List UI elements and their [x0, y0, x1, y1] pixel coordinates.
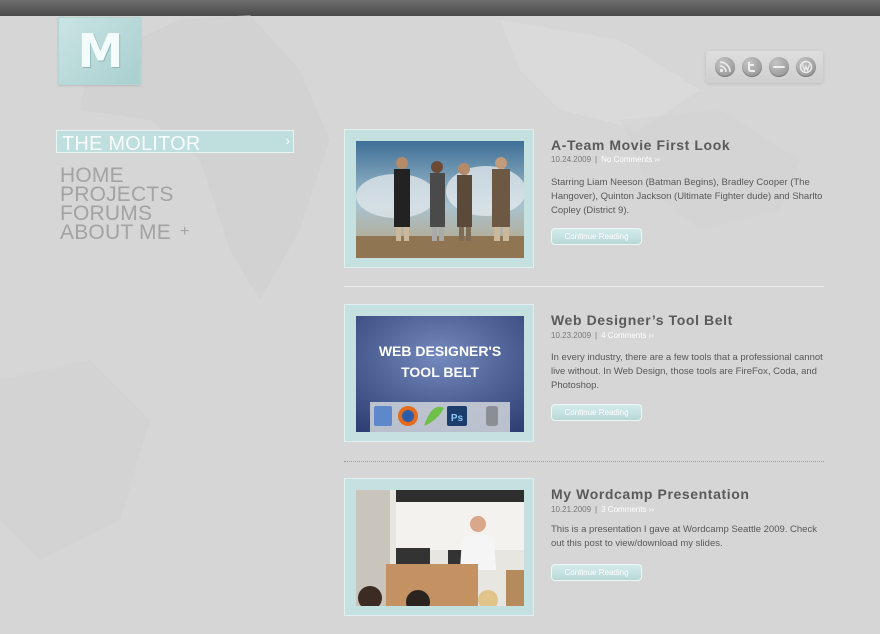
comments-link[interactable]: No Comments ››	[601, 155, 660, 164]
post-thumbnail[interactable]	[344, 478, 534, 616]
wordpress-icon[interactable]	[796, 57, 816, 77]
expand-plus-icon[interactable]: +	[180, 223, 189, 241]
top-bar	[0, 0, 880, 16]
post-meta: 10.21.2009 | 3 Comments ››	[551, 505, 654, 514]
site-logo[interactable]: M	[58, 17, 141, 85]
post-wordcamp: My Wordcamp Presentation 10.21.2009 | 3 Co…	[344, 478, 824, 618]
continue-reading-button[interactable]: Continue Reading	[551, 564, 642, 581]
logo-letter: M	[77, 24, 124, 78]
post-excerpt: In every industry, there are a few tools…	[551, 352, 823, 391]
twitter-icon[interactable]	[742, 57, 762, 77]
comments-link[interactable]: 4 Comments ››	[601, 331, 654, 340]
tool-belt-heading-2: TOOL BELT	[401, 364, 479, 380]
post-date: 10.24.2009	[551, 155, 592, 164]
meta-separator: |	[595, 331, 598, 340]
meta-separator: |	[595, 155, 598, 164]
continue-reading-button[interactable]: Continue Reading	[551, 404, 642, 421]
facebook-icon[interactable]	[769, 57, 789, 77]
post-a-team: A-Team Movie First Look 10.24.2009 | No Co…	[344, 129, 824, 269]
comments-link[interactable]: 3 Comments ››	[601, 505, 654, 514]
post-meta: 10.23.2009 | 4 Comments ››	[551, 331, 654, 340]
chevron-right-icon: ›	[285, 133, 290, 148]
meta-separator: |	[595, 505, 598, 514]
sidebar-active-item[interactable]: THE MOLITOR ›	[56, 130, 294, 155]
continue-reading-button[interactable]: Continue Reading	[551, 228, 642, 245]
photoshop-icon: Ps	[451, 413, 464, 424]
sidebar-nav: HOME PROJECTS FORUMS ABOUT ME +	[60, 165, 189, 243]
post-thumbnail[interactable]: WEB DESIGNER'S TOOL BELT Ps	[344, 304, 534, 442]
post-title[interactable]: Web Designer’s Tool Belt	[551, 312, 733, 328]
rss-icon[interactable]	[715, 57, 735, 77]
post-date: 10.21.2009	[551, 505, 592, 514]
post-divider	[344, 461, 824, 462]
post-date: 10.23.2009	[551, 331, 592, 340]
a-team-photo	[356, 141, 524, 258]
sidebar-item-about-me[interactable]: ABOUT ME	[60, 222, 174, 243]
post-thumbnail[interactable]	[344, 129, 534, 268]
post-divider	[344, 286, 824, 287]
sidebar-active-label: THE MOLITOR	[62, 133, 201, 155]
post-tool-belt: WEB DESIGNER'S TOOL BELT Ps Web Designer…	[344, 304, 824, 444]
post-title[interactable]: A-Team Movie First Look	[551, 137, 730, 153]
tool-belt-image: WEB DESIGNER'S TOOL BELT Ps	[356, 316, 524, 432]
post-title[interactable]: My Wordcamp Presentation	[551, 486, 750, 502]
wordcamp-photo	[356, 490, 524, 606]
post-excerpt: Starring Liam Neeson (Batman Begins), Br…	[551, 177, 823, 216]
social-icons-bar	[706, 51, 823, 83]
post-meta: 10.24.2009 | No Comments ››	[551, 155, 660, 164]
tool-belt-heading-1: WEB DESIGNER'S	[379, 343, 501, 359]
post-excerpt: This is a presentation I gave at Wordcam…	[551, 524, 817, 549]
